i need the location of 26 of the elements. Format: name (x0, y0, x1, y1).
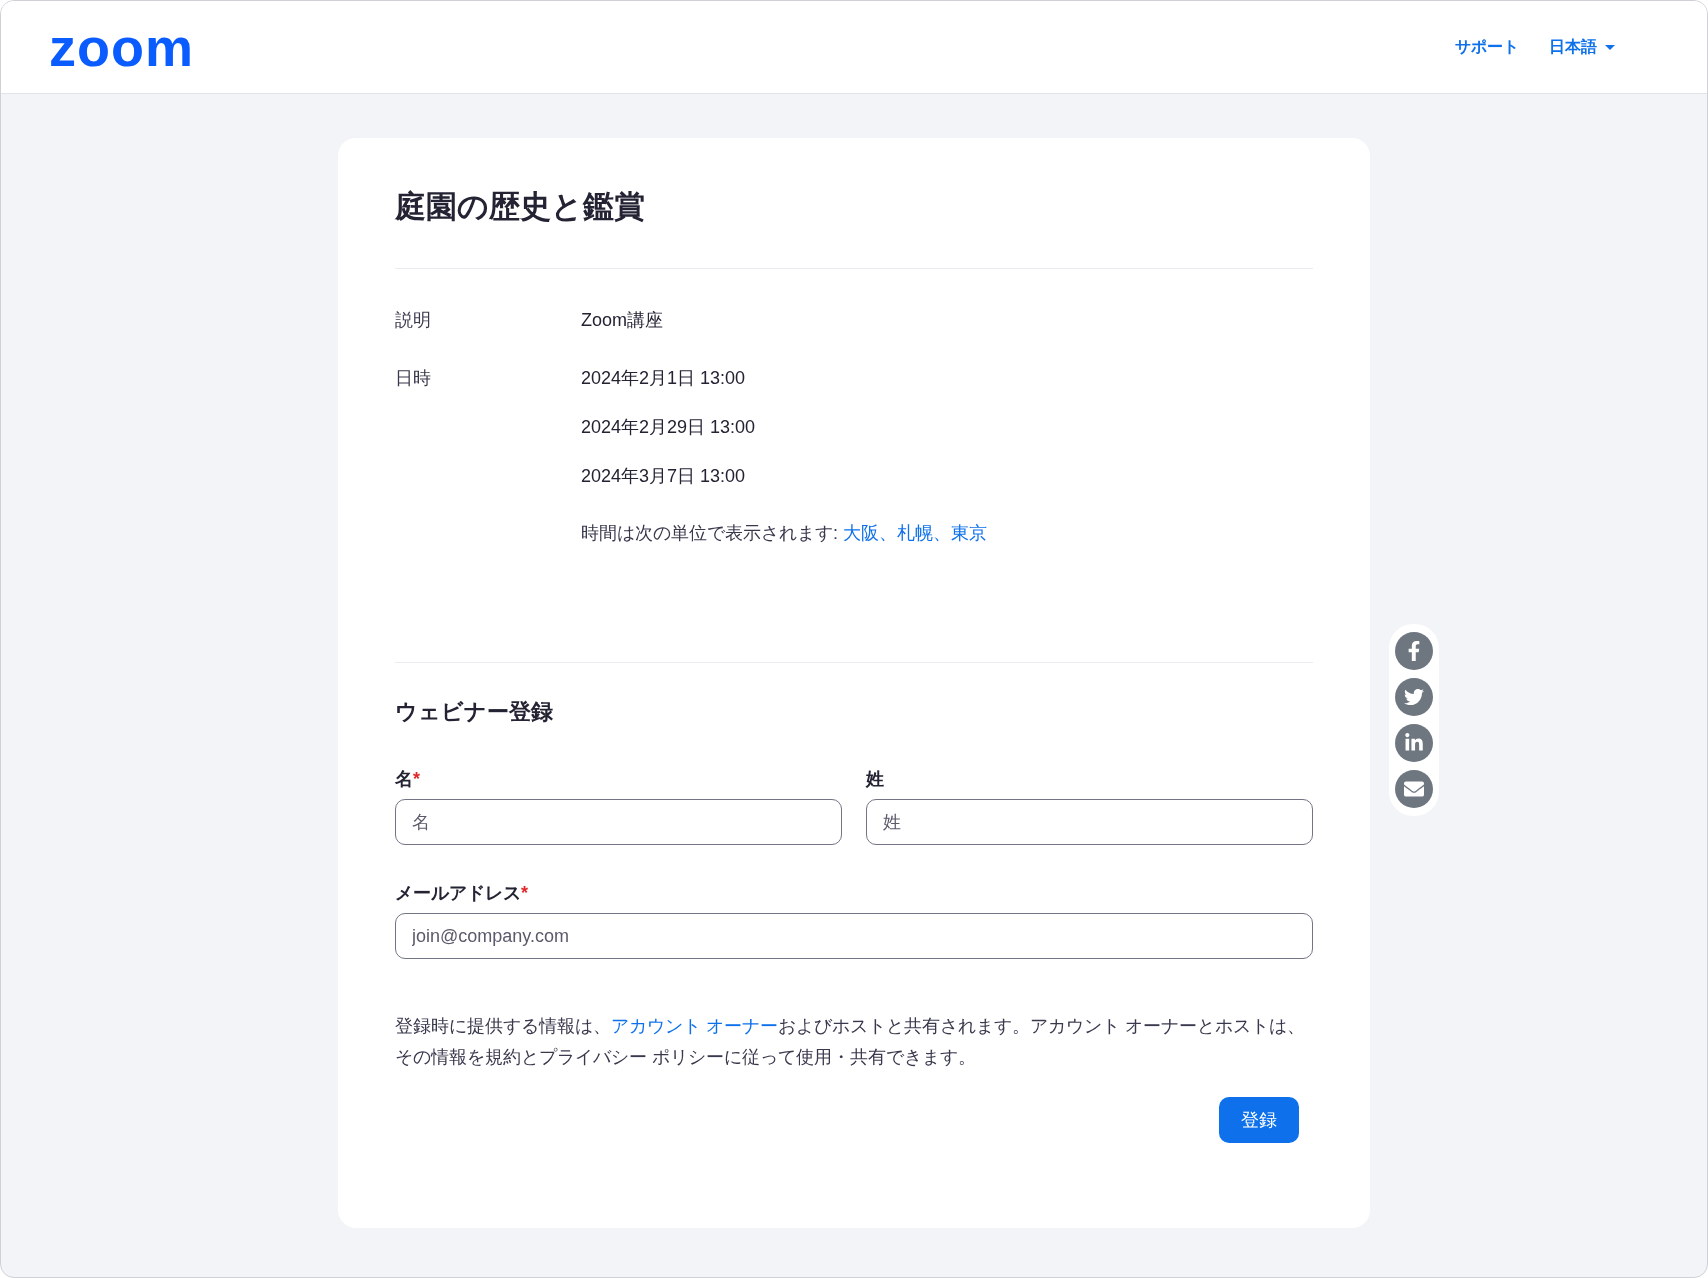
description-value: Zoom講座 (581, 309, 664, 332)
date-label: 日時 (395, 367, 432, 390)
email-icon[interactable] (1395, 770, 1433, 808)
field-label: 姓 (866, 768, 885, 791)
disclaimer-text: 登録時に提供する情報は、アカウント オーナーおよびホストと共有されます。アカウント オーナーとホストは、その情報を規約とプライバシー ポリシーに従って使用・共有できます。 (395, 1015, 1307, 1069)
input-field[interactable]: 名 (395, 799, 842, 845)
date-value: 2024年2月1日 13:00 (581, 367, 747, 390)
timezone-text: 時間は次の単位で表示されます: 大阪、札幌、東京 (581, 522, 988, 545)
twitter-icon[interactable] (1395, 678, 1433, 716)
field-label: メールアドレス* (395, 882, 529, 905)
event-title: 庭園の歴史と鑑賞 (395, 188, 646, 226)
register-button[interactable]: 登録 (1219, 1097, 1299, 1143)
date-value: 2024年2月29日 13:00 (581, 416, 757, 439)
language-dropdown[interactable]: 日本語 (1549, 36, 1615, 58)
timezone-link[interactable]: 大阪、札幌、東京 (843, 523, 987, 543)
field-label: 名* (395, 768, 421, 791)
section-title: ウェビナー登録 (395, 698, 554, 726)
facebook-icon[interactable] (1395, 632, 1433, 670)
input-field[interactable]: 姓 (866, 799, 1313, 845)
account-owner-link[interactable]: アカウント オーナー (611, 1016, 778, 1036)
support-link[interactable]: サポート (1455, 36, 1519, 58)
logo[interactable]: zoom (49, 20, 194, 74)
input-field[interactable]: join@company.com (395, 913, 1313, 959)
linkedin-icon[interactable] (1395, 724, 1433, 762)
date-value: 2024年3月7日 13:00 (581, 465, 747, 488)
description-label: 説明 (395, 309, 432, 332)
